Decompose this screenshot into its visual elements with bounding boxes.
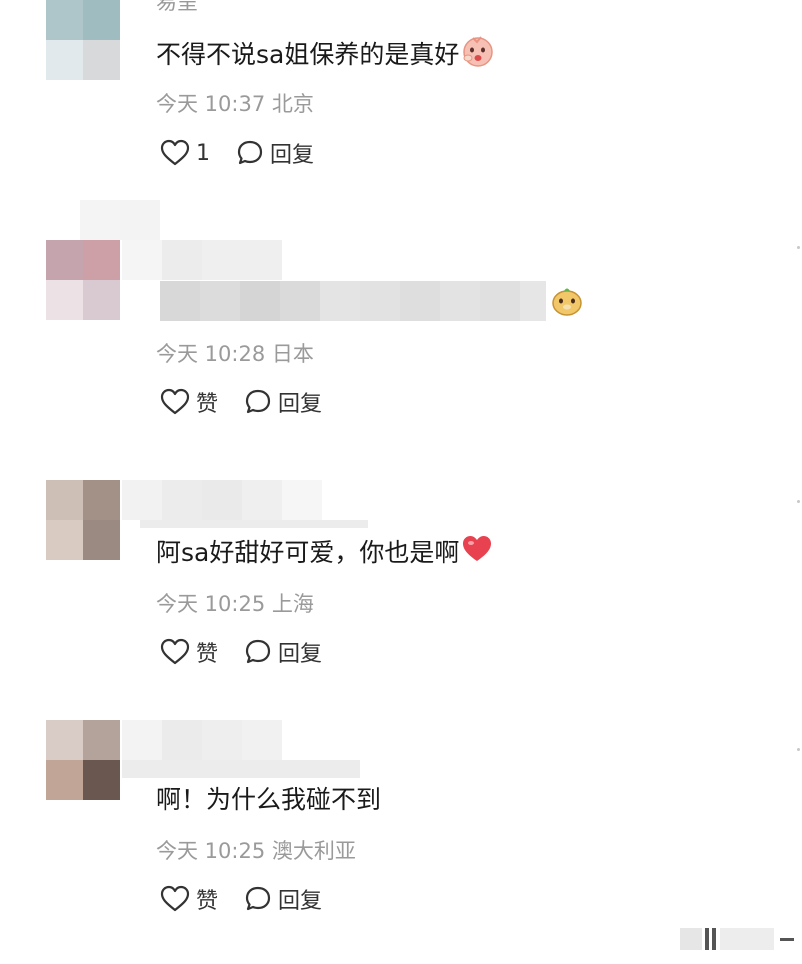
heart-outline-icon	[160, 885, 190, 912]
reply-button[interactable]: 回复	[236, 137, 314, 169]
like-count: 1	[196, 140, 210, 166]
comment-actions: 1 回复	[160, 137, 340, 169]
reply-button[interactable]: 回复	[244, 883, 322, 915]
reply-label: 回复	[278, 392, 323, 417]
comment-text-body: 不得不说sa姐保养的是真好	[156, 40, 460, 69]
comment-text: 阿sa好甜好可爱，你也是啊	[156, 534, 493, 574]
avatar[interactable]	[46, 240, 120, 320]
comment-time: 今天 10:25	[156, 839, 266, 863]
reply-button[interactable]: 回复	[244, 636, 322, 668]
edge-mark	[797, 748, 800, 751]
like-button[interactable]: 赞	[160, 386, 218, 418]
speech-bubble-icon	[245, 886, 271, 911]
username-redacted	[122, 480, 322, 520]
comment-time: 今天 10:28	[156, 342, 266, 366]
comment-actions: 赞 回复	[160, 636, 348, 668]
comment-location: 澳大利亚	[271, 839, 356, 863]
username-redacted	[122, 720, 282, 760]
comment-text-body: 啊！为什么我碰不到	[156, 785, 382, 814]
username-redacted	[80, 200, 160, 240]
comment-location: 日本	[271, 342, 314, 366]
avatar[interactable]	[46, 0, 120, 80]
reply-label: 回复	[278, 889, 323, 914]
like-label: 赞	[196, 642, 219, 667]
like-button[interactable]: 赞	[160, 883, 218, 915]
red-heart-emoji	[461, 534, 493, 574]
comment-item: 啊！为什么我碰不到 今天 10:25 澳大利亚 赞 回复	[0, 720, 802, 960]
username-redacted	[122, 240, 282, 280]
comment-meta: 今天 10:25 澳大利亚	[156, 837, 356, 865]
like-label: 赞	[196, 392, 219, 417]
heart-outline-icon	[160, 388, 190, 415]
comment-text-body: 阿sa好甜好可爱，你也是啊	[156, 538, 460, 567]
comment-text: 不得不说sa姐保养的是真好	[156, 34, 495, 78]
cute-bear-emoji	[550, 284, 584, 322]
comment-location: 北京	[271, 92, 314, 116]
divider	[122, 760, 360, 778]
edge-mark	[797, 500, 800, 503]
shy-face-emoji	[461, 34, 495, 78]
comment-actions: 赞 回复	[160, 883, 348, 915]
like-button[interactable]: 1	[160, 139, 210, 167]
avatar[interactable]	[46, 480, 120, 560]
comment-item: 今天 10:28 日本 赞 回复	[0, 200, 802, 440]
heart-outline-icon	[160, 139, 190, 166]
speech-bubble-icon	[245, 639, 271, 664]
comment-location: 上海	[271, 592, 314, 616]
comment-item: 阿sa好甜好可爱，你也是啊 今天 10:25 上海 赞 回复	[0, 480, 802, 720]
like-button[interactable]: 赞	[160, 636, 218, 668]
comment-time: 今天 10:37	[156, 92, 266, 116]
edge-mark	[797, 246, 800, 249]
reply-button[interactable]: 回复	[244, 386, 322, 418]
watermark	[680, 928, 794, 950]
comment-meta: 今天 10:37 北京	[156, 90, 314, 118]
like-label: 赞	[196, 889, 219, 914]
comment-actions: 赞 回复	[160, 386, 348, 418]
comment-meta: 今天 10:28 日本	[156, 340, 314, 368]
speech-bubble-icon	[245, 389, 271, 414]
divider	[140, 520, 368, 528]
comment-text: 啊！为什么我碰不到	[156, 782, 381, 818]
avatar[interactable]	[46, 720, 120, 800]
username[interactable]: 易呈	[156, 0, 198, 16]
comment-text-redacted	[160, 281, 546, 321]
reply-label: 回复	[278, 642, 323, 667]
comment-time: 今天 10:25	[156, 592, 266, 616]
heart-outline-icon	[160, 638, 190, 665]
speech-bubble-icon	[237, 140, 263, 165]
reply-label: 回复	[270, 143, 315, 168]
comment-meta: 今天 10:25 上海	[156, 590, 314, 618]
